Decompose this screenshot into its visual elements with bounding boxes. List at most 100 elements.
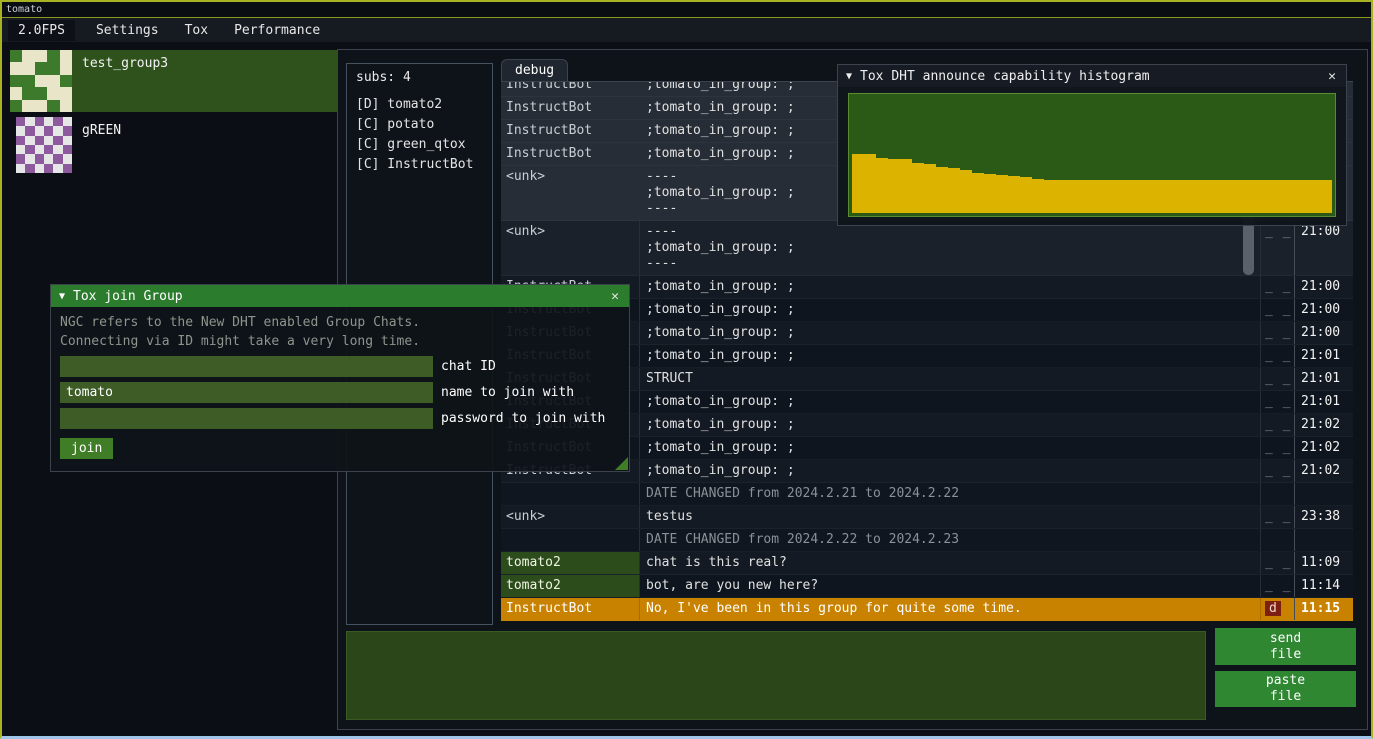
message-text: chat is this real? (640, 552, 1261, 574)
message-input[interactable] (346, 631, 1206, 720)
delivery-marks: _ _ (1261, 460, 1295, 482)
delivery-marks (1261, 529, 1295, 551)
chat-message-row[interactable]: <unk>----;tomato_in_group: ;----_ _21:00 (501, 221, 1353, 276)
sender-name: tomato2 (501, 552, 640, 574)
sender-name: InstructBot (501, 120, 640, 142)
timestamp: 21:00 (1295, 276, 1353, 298)
subs-list-item[interactable]: [C] InstructBot (347, 155, 492, 175)
menu-item-settings[interactable]: Settings (83, 20, 172, 41)
menu-item-performance[interactable]: Performance (221, 20, 333, 41)
message-text: ;tomato_in_group: ; (640, 322, 1261, 344)
date-separator-row[interactable]: DATE CHANGED from 2024.2.21 to 2024.2.22 (501, 483, 1353, 506)
join-group-body: NGC refers to the New DHT enabled Group … (51, 307, 629, 471)
histogram-bar (1140, 180, 1152, 213)
histogram-title: Tox DHT announce capability histogram (860, 69, 1150, 84)
histogram-bar (1308, 180, 1320, 213)
histogram-bar (864, 154, 876, 214)
timestamp: 21:01 (1295, 368, 1353, 390)
delivery-marks: _ _ (1261, 437, 1295, 459)
chat-id-input[interactable] (60, 356, 433, 377)
join-name-label: name to join with (441, 385, 574, 400)
sender-name (501, 483, 640, 505)
sender-name: <unk> (501, 221, 640, 275)
join-group-titlebar[interactable]: ▼ Tox join Group ✕ (51, 285, 629, 307)
timestamp: 21:01 (1295, 345, 1353, 367)
contact-item-test-group3[interactable]: test_group3 (10, 50, 337, 112)
send-file-button[interactable]: send file (1215, 628, 1356, 665)
message-text: ;tomato_in_group: ; (640, 299, 1261, 321)
close-icon[interactable]: ✕ (609, 289, 621, 304)
histogram-bar (936, 167, 948, 213)
sender-name: InstructBot (501, 97, 640, 119)
subs-list-item[interactable]: [C] green_qtox (347, 135, 492, 155)
tab-debug[interactable]: debug (501, 59, 568, 81)
histogram-bar (960, 170, 972, 213)
fps-counter: 2.0FPS (8, 20, 75, 41)
histogram-bar (1044, 180, 1056, 213)
message-text: STRUCT (640, 368, 1261, 390)
join-group-title: Tox join Group (73, 289, 183, 304)
menu-item-tox[interactable]: Tox (172, 20, 221, 41)
chat-id-label: chat ID (441, 359, 496, 374)
contact-item-green[interactable]: gREEN (10, 117, 337, 173)
subs-list-item[interactable]: [D] tomato2 (347, 95, 492, 115)
close-icon[interactable]: ✕ (1326, 69, 1338, 84)
delivery-marks: _ _ (1261, 221, 1295, 275)
message-text: testus (640, 506, 1261, 528)
join-info-line: Connecting via ID might take a very long… (60, 332, 620, 351)
histogram-bar (1224, 180, 1236, 213)
chat-message-row[interactable]: tomato2chat is this real?_ _11:09 (501, 552, 1353, 575)
app-window: tomato 2.0FPS SettingsToxPerformance test… (0, 0, 1373, 739)
paste-file-button[interactable]: paste file (1215, 671, 1356, 707)
resize-grip[interactable] (615, 457, 628, 470)
histogram-bar (1116, 180, 1128, 213)
timestamp: 21:00 (1295, 299, 1353, 321)
histogram-bar (1260, 180, 1272, 213)
histogram-bar (912, 163, 924, 213)
timestamp: 21:00 (1295, 322, 1353, 344)
histogram-bar (1092, 180, 1104, 213)
delivery-marks: _ _ (1261, 391, 1295, 413)
collapse-arrow-icon[interactable]: ▼ (59, 291, 65, 302)
delivery-marks (1261, 483, 1295, 505)
window-titlebar[interactable]: tomato (2, 2, 1371, 18)
join-password-input[interactable] (60, 408, 433, 429)
message-text: ;tomato_in_group: ; (640, 345, 1261, 367)
histogram-bar (888, 159, 900, 213)
message-text: ;tomato_in_group: ; (640, 460, 1261, 482)
histogram-bar (1152, 180, 1164, 213)
chat-message-row[interactable]: tomato2bot, are you new here?_ _11:14 (501, 575, 1353, 598)
timestamp: 21:02 (1295, 460, 1353, 482)
subs-list: [D] tomato2[C] potato[C] green_qtox[C] I… (347, 95, 492, 175)
join-name-input[interactable]: tomato (60, 382, 433, 403)
delivery-marks: d (1261, 598, 1295, 620)
chat-message-row[interactable]: <unk>testus_ _23:38 (501, 506, 1353, 529)
histogram-bar (924, 164, 936, 213)
histogram-bar (1128, 180, 1140, 213)
sender-name (501, 529, 640, 551)
histogram-bar (1200, 180, 1212, 213)
histogram-titlebar[interactable]: ▼ Tox DHT announce capability histogram … (838, 65, 1346, 87)
join-button[interactable]: join (60, 438, 113, 459)
join-password-label: password to join with (441, 411, 605, 426)
sender-name: <unk> (501, 506, 640, 528)
collapse-arrow-icon[interactable]: ▼ (846, 71, 852, 82)
date-separator-row[interactable]: DATE CHANGED from 2024.2.22 to 2024.2.23 (501, 529, 1353, 552)
histogram-bar (996, 175, 1008, 213)
sender-name: <unk> (501, 166, 640, 220)
histogram-bar (1056, 180, 1068, 213)
histogram-bar (1164, 180, 1176, 213)
timestamp: 21:00 (1295, 221, 1353, 275)
histogram-window: ▼ Tox DHT announce capability histogram … (837, 64, 1347, 226)
sender-name: InstructBot (501, 143, 640, 165)
window-title: tomato (6, 4, 42, 15)
chat-message-row[interactable]: InstructBotNo, I've been in this group f… (501, 598, 1353, 621)
histogram-bar (948, 168, 960, 213)
histogram-bar (1212, 180, 1224, 213)
contact-avatar (16, 117, 72, 173)
subs-list-item[interactable]: [C] potato (347, 115, 492, 135)
delivery-marks: _ _ (1261, 345, 1295, 367)
histogram-bar (1020, 177, 1032, 213)
histogram-bar (1188, 180, 1200, 213)
histogram-bar (1176, 180, 1188, 213)
